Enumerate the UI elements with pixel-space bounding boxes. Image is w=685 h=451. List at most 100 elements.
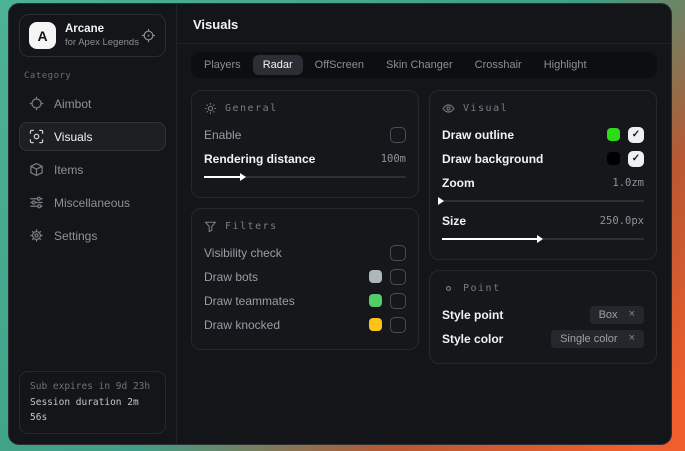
tab-radar[interactable]: Radar — [253, 55, 303, 75]
draw-background-label: Draw background — [442, 152, 543, 166]
sidebar-item-items[interactable]: Items — [19, 155, 166, 184]
sidebar-item-aimbot[interactable]: Aimbot — [19, 89, 166, 118]
session-duration-text: Session duration 2m 56s — [30, 395, 155, 426]
tab-skin-changer[interactable]: Skin Changer — [376, 55, 463, 75]
enable-row: Enable ✓ — [204, 124, 406, 145]
style-point-label: Style point — [442, 308, 503, 322]
slider-thumb[interactable] — [537, 235, 543, 243]
main-header: Visuals — [177, 4, 671, 44]
section-title: Point — [463, 283, 501, 294]
clear-icon[interactable]: × — [629, 333, 635, 344]
rendering-distance-slider[interactable] — [204, 172, 406, 181]
draw-outline-row: Draw outline ✓ — [442, 124, 644, 145]
enable-checkbox[interactable]: ✓ — [390, 127, 406, 143]
section-title: General — [225, 103, 278, 114]
section-title: Visual — [463, 103, 508, 114]
zoom-row: Zoom 1.0zm — [442, 172, 644, 193]
app-title-block: Arcane for Apex Legends — [65, 22, 132, 48]
slider-fill — [204, 176, 244, 178]
draw-background-checkbox[interactable]: ✓ — [628, 151, 644, 167]
tabs-container: Players Radar OffScreen Skin Changer Cro… — [177, 44, 671, 78]
visibility-check-checkbox[interactable]: ✓ — [390, 245, 406, 261]
check-icon: ✓ — [632, 130, 640, 140]
sidebar-item-label: Items — [54, 163, 83, 177]
draw-bots-label: Draw bots — [204, 270, 258, 284]
tab-bar: Players Radar OffScreen Skin Changer Cro… — [191, 52, 657, 78]
zoom-slider[interactable] — [442, 196, 644, 205]
style-color-selected-value: Single color — [560, 333, 617, 345]
sidebar-item-label: Settings — [54, 229, 97, 243]
zoom-value: 1.0zm — [612, 177, 644, 189]
app-name: Arcane — [65, 22, 132, 36]
target-icon[interactable] — [141, 28, 156, 43]
style-color-select[interactable]: Single color × — [551, 330, 644, 348]
app-window: A Arcane for Apex Legends Category — [8, 3, 672, 445]
style-point-row: Style point Box × — [442, 304, 644, 325]
check-icon: ✓ — [632, 154, 640, 164]
point-card-header: Point — [442, 282, 644, 295]
sun-gear-icon — [204, 102, 217, 115]
app-subtitle: for Apex Legends — [65, 37, 132, 49]
draw-bots-checkbox[interactable]: ✓ — [390, 269, 406, 285]
size-value: 250.0px — [600, 215, 644, 227]
draw-bots-color-swatch[interactable] — [369, 270, 382, 283]
clear-icon[interactable]: × — [629, 309, 635, 320]
tab-players[interactable]: Players — [194, 55, 251, 75]
crosshair-icon — [29, 96, 44, 111]
eye-scan-icon — [29, 129, 44, 144]
left-column: General Enable ✓ Rendering distance — [191, 90, 419, 350]
draw-background-color-swatch[interactable] — [607, 152, 620, 165]
sidebar-item-miscellaneous[interactable]: Miscellaneous — [19, 188, 166, 217]
filters-card-header: Filters — [204, 220, 406, 233]
draw-bots-row: Draw bots ✓ — [204, 266, 406, 287]
size-slider[interactable] — [442, 234, 644, 243]
visibility-check-label: Visibility check — [204, 246, 282, 260]
draw-knocked-checkbox[interactable]: ✓ — [390, 317, 406, 333]
rendering-distance-value: 100m — [381, 153, 406, 165]
draw-outline-color-swatch[interactable] — [607, 128, 620, 141]
style-color-label: Style color — [442, 332, 503, 346]
style-color-row: Style color Single color × — [442, 328, 644, 349]
sidebar-nav: Aimbot Visuals Items — [19, 89, 166, 250]
draw-teammates-checkbox[interactable]: ✓ — [390, 293, 406, 309]
visual-card: Visual Draw outline ✓ Draw background — [429, 90, 657, 260]
slider-track — [442, 200, 644, 202]
tab-crosshair[interactable]: Crosshair — [465, 55, 532, 75]
sliders-icon — [29, 195, 44, 210]
draw-knocked-row: Draw knocked ✓ — [204, 314, 406, 335]
draw-teammates-label: Draw teammates — [204, 294, 295, 308]
section-title: Filters — [225, 221, 278, 232]
sidebar-item-label: Miscellaneous — [54, 196, 130, 210]
page-title: Visuals — [193, 17, 655, 32]
general-card: General Enable ✓ Rendering distance — [191, 90, 419, 198]
sub-expires-text: Sub expires in 9d 23h — [30, 379, 155, 395]
main-panel: Visuals Players Radar OffScreen Skin Cha… — [177, 4, 671, 444]
category-label: Category — [24, 71, 161, 81]
style-point-selected-value: Box — [599, 309, 618, 321]
funnel-icon — [204, 220, 217, 233]
sidebar: A Arcane for Apex Legends Category — [9, 4, 177, 444]
rendering-distance-row: Rendering distance 100m — [204, 148, 406, 169]
point-card: Point Style point Box × Style color — [429, 270, 657, 364]
slider-thumb[interactable] — [240, 173, 246, 181]
general-card-header: General — [204, 102, 406, 115]
style-point-select[interactable]: Box × — [590, 306, 644, 324]
draw-outline-checkbox[interactable]: ✓ — [628, 127, 644, 143]
sidebar-item-visuals[interactable]: Visuals — [19, 122, 166, 151]
slider-fill — [442, 238, 541, 240]
slider-thumb[interactable] — [438, 197, 444, 205]
box-icon — [29, 162, 44, 177]
draw-teammates-color-swatch[interactable] — [369, 294, 382, 307]
point-dot-icon — [442, 282, 455, 295]
app-header-card: A Arcane for Apex Legends — [19, 14, 166, 57]
sidebar-item-settings[interactable]: Settings — [19, 221, 166, 250]
eye-icon — [442, 102, 455, 115]
draw-teammates-row: Draw teammates ✓ — [204, 290, 406, 311]
tab-offscreen[interactable]: OffScreen — [305, 55, 374, 75]
draw-background-row: Draw background ✓ — [442, 148, 644, 169]
right-column: Visual Draw outline ✓ Draw background — [429, 90, 657, 364]
size-row: Size 250.0px — [442, 210, 644, 231]
draw-knocked-color-swatch[interactable] — [369, 318, 382, 331]
desktop-background: { "colors": { "accent_outline_green": "#… — [0, 0, 685, 451]
tab-highlight[interactable]: Highlight — [534, 55, 597, 75]
